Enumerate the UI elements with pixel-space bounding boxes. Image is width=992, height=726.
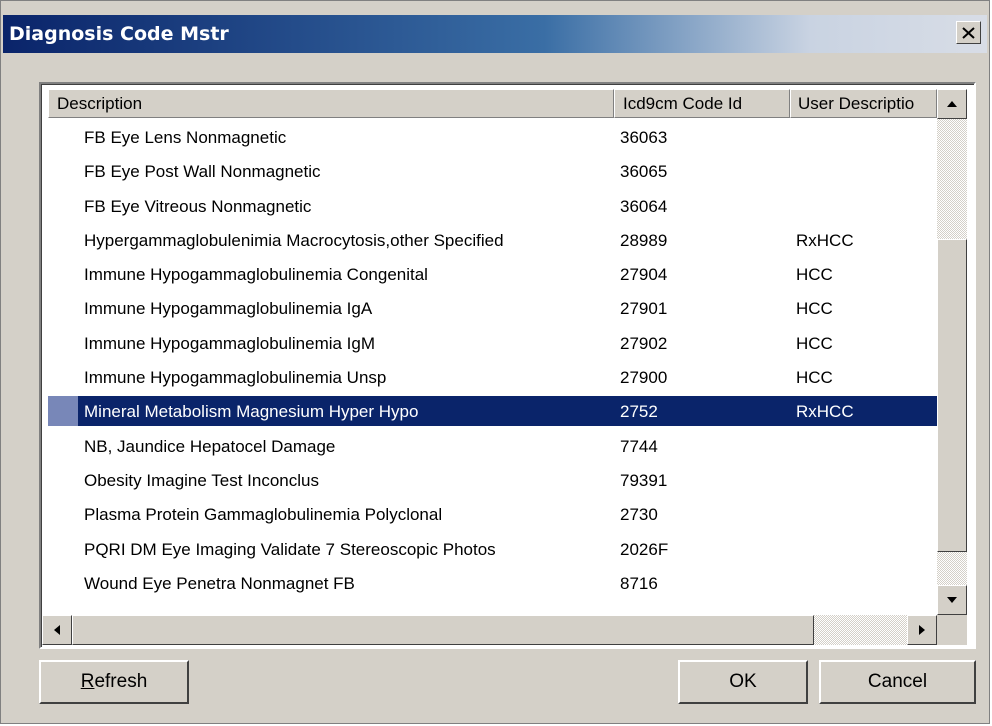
cell-icd9cm-code: 36063 [620,128,668,147]
cell-icd9cm-code: 27901 [620,299,668,319]
vertical-scroll-thumb[interactable] [937,239,967,552]
list-row[interactable]: Immune Hypogammaglobulinemia IgM 27902 HCC [48,326,937,360]
scroll-down-arrow-icon [947,597,957,603]
horizontal-scroll-thumb[interactable] [72,615,814,645]
cancel-button[interactable]: Cancel [819,660,976,704]
cell-icd9cm-code: 36064 [620,196,668,216]
close-icon [962,26,975,39]
list-row[interactable]: Immune Hypogammaglobulinemia Congenital 2… [48,257,937,291]
title-bar[interactable]: Diagnosis Code Mstr [3,15,987,53]
vertical-scrollbar[interactable] [937,89,967,615]
cell-icd9cm-code: 2730 [620,505,658,525]
column-header-icd9cm-code-id[interactable]: Icd9cm Code Id [614,89,790,118]
cell-icd9cm-code: 2026F [620,539,669,559]
refresh-button[interactable]: Refresh [39,660,189,704]
cell-description: Immune Hypogammaglobulinemia IgA [84,299,373,319]
cell-icd9cm-code: 36065 [620,162,668,182]
cell-icd9cm-code: 8716 [620,573,658,593]
diagnosis-list-view[interactable]: Description Icd9cm Code Id User Descript… [39,82,976,649]
column-header-user-description[interactable]: User Descriptio [790,89,937,118]
cell-user-description: HCC [796,299,833,319]
cell-description: Wound Eye Penetra Nonmagnet FB [84,573,355,593]
list-row[interactable]: FB Eye Vitreous Nonmagnetic 36064 [48,189,937,223]
list-rows: FB Eye Lens Nonmagnetic 36063 FB Eye Post … [48,120,937,600]
cell-description: FB Eye Post Wall Nonmagnetic [84,162,321,182]
scroll-up-arrow-icon [947,101,957,107]
cell-icd9cm-code: 2752 [620,402,658,422]
cell-description: NB, Jaundice Hepatocel Damage [84,436,336,456]
diagnosis-code-dialog: Diagnosis Code Mstr Description Icd9cm C… [0,0,990,724]
cell-description: FB Eye Lens Nonmagnetic [84,128,287,147]
list-row[interactable]: FB Eye Lens Nonmagnetic 36063 [48,120,937,154]
list-row[interactable]: PQRI DM Eye Imaging Validate 7 Stereosco… [48,532,937,566]
horizontal-scrollbar[interactable] [42,615,937,645]
window-title: Diagnosis Code Mstr [9,23,229,45]
list-row[interactable]: Obesity Imagine Test Inconclus 79391 [48,463,937,497]
cell-user-description: HCC [796,333,833,353]
cell-description: PQRI DM Eye Imaging Validate 7 Stereosco… [84,539,496,559]
list-row[interactable]: Immune Hypogammaglobulinemia IgA 27901 HCC [48,291,937,325]
cell-icd9cm-code: 27900 [620,368,668,388]
list-row-selected[interactable]: Mineral Metabolism Magnesium Hyper Hypo 2… [48,394,937,428]
cell-description: Plasma Protein Gammaglobulinemia Polyclo… [84,505,443,525]
cell-icd9cm-code: 7744 [620,436,658,456]
cell-description: Immune Hypogammaglobulinemia Unsp [84,368,387,388]
cell-description: Mineral Metabolism Magnesium Hyper Hypo [84,402,419,422]
cell-description: Immune Hypogammaglobulinemia Congenital [84,265,428,285]
cell-description: Immune Hypogammaglobulinemia IgM [84,333,376,353]
list-row[interactable]: NB, Jaundice Hepatocel Damage 7744 [48,429,937,463]
cell-icd9cm-code: 27902 [620,333,668,353]
list-row[interactable]: FB Eye Post Wall Nonmagnetic 36065 [48,154,937,188]
scrollbar-corner [937,615,967,645]
scroll-left-arrow-icon [54,625,60,635]
cell-icd9cm-code: 79391 [620,470,668,490]
scroll-up-button[interactable] [937,89,967,119]
cell-user-description: RxHCC [796,402,854,422]
scroll-left-button[interactable] [42,615,72,645]
selection-focus-stub [48,396,78,427]
list-row[interactable]: Immune Hypogammaglobulinemia Unsp 27900 HC… [48,360,937,394]
column-header-description[interactable]: Description [48,89,614,118]
cell-user-description: HCC [796,368,833,388]
scroll-down-button[interactable] [937,585,967,615]
scroll-right-button[interactable] [907,615,937,645]
close-button[interactable] [956,21,981,44]
cell-description: Obesity Imagine Test Inconclus [84,470,319,490]
scroll-right-arrow-icon [919,625,925,635]
cell-description: Hypergammaglobulenimia Macrocytosis,othe… [84,230,504,250]
cell-icd9cm-code: 28989 [620,230,668,250]
cell-user-description: HCC [796,265,833,285]
list-row[interactable]: Hypergammaglobulenimia Macrocytosis,othe… [48,223,937,257]
cell-icd9cm-code: 27904 [620,265,668,285]
list-row[interactable]: Plasma Protein Gammaglobulinemia Polyclo… [48,497,937,531]
cell-description: FB Eye Vitreous Nonmagnetic [84,196,312,216]
list-row[interactable]: Wound Eye Penetra Nonmagnet FB 8716 [48,566,937,600]
ok-button[interactable]: OK [678,660,808,704]
cell-user-description: RxHCC [796,230,854,250]
